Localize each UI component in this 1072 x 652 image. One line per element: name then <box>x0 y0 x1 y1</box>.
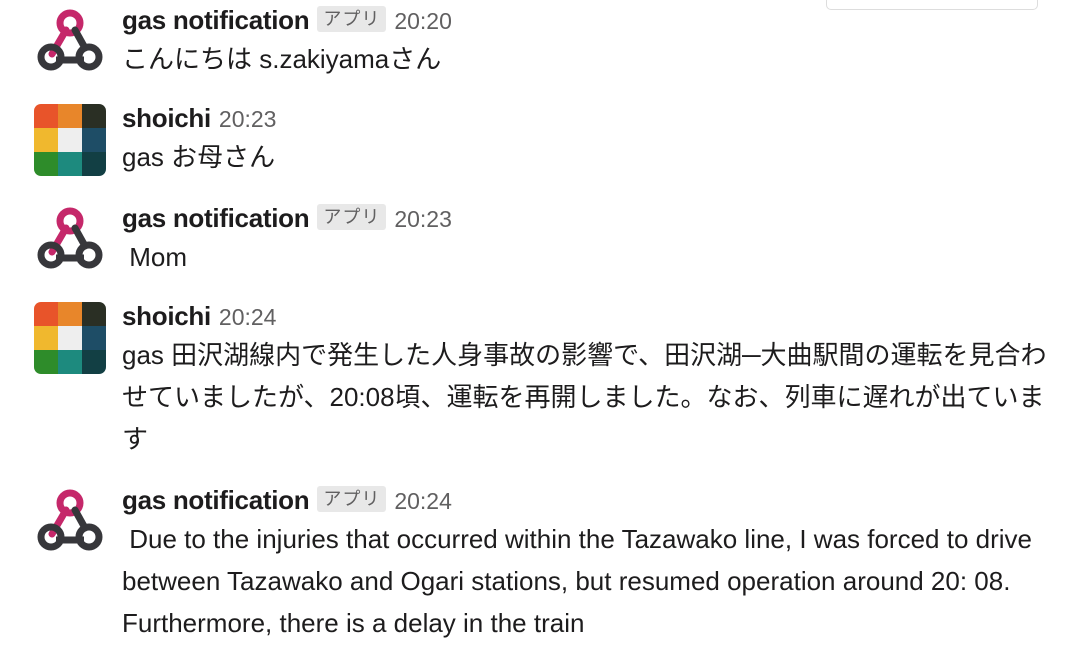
user-avatar[interactable] <box>34 302 106 374</box>
message-text: Due to the injuries that occurred within… <box>122 524 1040 638</box>
timestamp[interactable]: 20:24 <box>394 488 452 514</box>
sender-name[interactable]: gas notification <box>122 485 310 515</box>
webhook-icon[interactable] <box>34 204 106 276</box>
app-badge: アプリ <box>317 486 387 512</box>
app-badge: アプリ <box>317 6 387 32</box>
message-header: shoichi 20:24 <box>122 298 1052 334</box>
message-header: gas notification アプリ 20:24 <box>122 482 1052 518</box>
message-text: Mom <box>122 242 188 272</box>
message-header: shoichi 20:23 <box>122 100 1052 136</box>
sender-name[interactable]: shoichi <box>122 301 211 331</box>
timestamp[interactable]: 20:24 <box>219 304 277 330</box>
webhook-icon[interactable] <box>34 486 106 558</box>
sender-name[interactable]: gas notification <box>122 5 310 35</box>
message-header: gas notification アプリ 20:20 <box>122 2 1052 38</box>
message-header: gas notification アプリ 20:23 <box>122 200 1052 236</box>
sender-name[interactable]: gas notification <box>122 203 310 233</box>
user-avatar[interactable] <box>34 104 106 176</box>
message-text: こんにちは s.zakiyamaさん <box>122 44 442 74</box>
message-text: gas 田沢湖線内で発生した人身事故の影響で、田沢湖─大曲駅間の運転を見合わせて… <box>122 340 1047 454</box>
app-badge: アプリ <box>317 204 387 230</box>
timestamp[interactable]: 20:23 <box>394 206 452 232</box>
message-text: gas お母さん <box>122 142 276 172</box>
timestamp[interactable]: 20:23 <box>219 106 277 132</box>
webhook-icon[interactable] <box>34 6 106 78</box>
sender-name[interactable]: shoichi <box>122 103 211 133</box>
timestamp[interactable]: 20:20 <box>394 8 452 34</box>
